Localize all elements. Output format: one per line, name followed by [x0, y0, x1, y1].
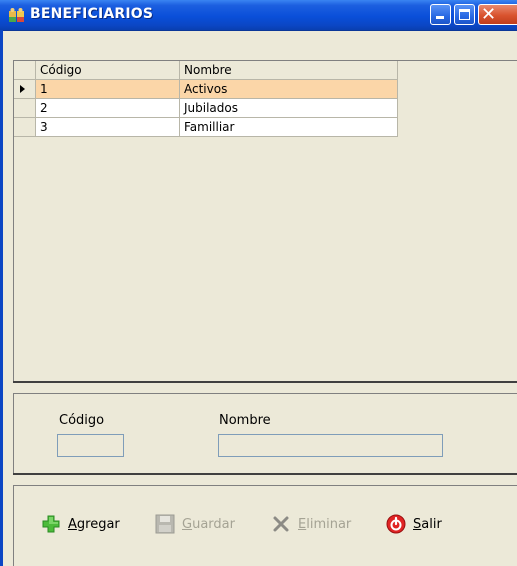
- edit-panel-divider: [13, 473, 517, 475]
- delete-button-label: liminar: [306, 516, 352, 532]
- save-button-mnemonic: G: [182, 516, 193, 532]
- minimize-icon: [436, 16, 444, 19]
- column-header-nombre[interactable]: Nombre: [180, 61, 398, 79]
- table-row[interactable]: 3 Familliar: [14, 118, 398, 137]
- grid-panel-divider: [13, 381, 517, 383]
- row-selector[interactable]: [14, 80, 36, 98]
- cell-nombre[interactable]: Jubilados: [180, 99, 398, 117]
- cell-codigo[interactable]: 1: [36, 80, 180, 98]
- row-selector[interactable]: [14, 99, 36, 117]
- table-row[interactable]: 1 Activos: [14, 80, 398, 99]
- row-selector[interactable]: [14, 118, 36, 136]
- add-button-label: gregar: [76, 516, 120, 532]
- window-title: BENEFICIARIOS: [30, 6, 154, 22]
- current-row-arrow-icon: [20, 85, 25, 93]
- floppy-disk-icon: [155, 514, 175, 534]
- column-header-codigo[interactable]: Código: [36, 61, 180, 79]
- minimize-button[interactable]: [430, 4, 451, 25]
- maximize-button[interactable]: [454, 4, 475, 25]
- exit-button-label: alir: [421, 516, 442, 532]
- cell-codigo[interactable]: 3: [36, 118, 180, 136]
- cell-codigo[interactable]: 2: [36, 99, 180, 117]
- close-icon: ✕: [481, 4, 497, 25]
- plus-icon: [42, 515, 60, 533]
- power-exit-icon: [386, 514, 406, 534]
- row-header-corner: [14, 61, 36, 79]
- table-row[interactable]: 2 Jubilados: [14, 99, 398, 118]
- exit-button[interactable]: Salir: [385, 512, 442, 536]
- add-button[interactable]: Agregar: [40, 512, 120, 536]
- title-bar[interactable]: BENEFICIARIOS ✕: [0, 0, 517, 31]
- nombre-field[interactable]: [218, 434, 443, 457]
- add-button-mnemonic: A: [68, 516, 77, 532]
- grid-header-row: Código Nombre: [14, 61, 398, 80]
- edit-panel: [13, 393, 517, 473]
- codigo-field[interactable]: [57, 434, 124, 457]
- save-button-label: uardar: [192, 516, 235, 532]
- maximize-icon: [459, 9, 470, 20]
- codigo-label: Código: [59, 413, 105, 428]
- x-delete-icon: [273, 516, 289, 532]
- delete-button-mnemonic: E: [298, 516, 307, 532]
- people-app-icon: [9, 8, 24, 22]
- cell-nombre[interactable]: Familliar: [180, 118, 398, 136]
- delete-button[interactable]: Eliminar: [270, 512, 351, 536]
- window-left-border: [0, 30, 3, 566]
- cell-nombre[interactable]: Activos: [180, 80, 398, 98]
- nombre-label: Nombre: [219, 413, 271, 428]
- save-button[interactable]: Guardar: [154, 512, 235, 536]
- beneficiarios-grid[interactable]: Código Nombre 1 Activos 2 Jubilados 3 Fa…: [14, 61, 398, 137]
- close-button[interactable]: ✕: [478, 4, 517, 25]
